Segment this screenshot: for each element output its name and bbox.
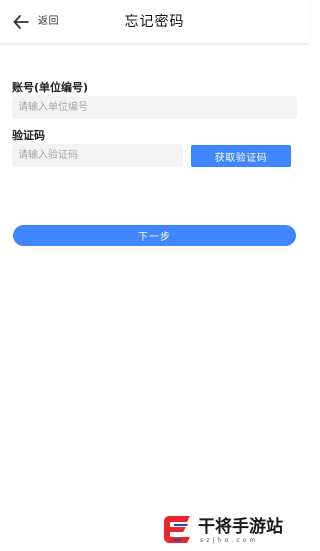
- page-title: 忘记密码: [124, 14, 185, 30]
- verification-code-label: 验证码: [12, 129, 45, 142]
- get-code-button[interactable]: 获取验证码: [191, 145, 291, 167]
- watermark-domain: szjho.com: [200, 537, 259, 544]
- account-label: 账号(单位编号): [12, 81, 89, 94]
- verification-code-input[interactable]: [12, 144, 183, 167]
- next-step-button[interactable]: 下一步: [13, 225, 296, 246]
- account-input[interactable]: [12, 96, 297, 119]
- header-bar: 返回 忘记密码: [0, 0, 309, 44]
- site-logo-icon: [160, 513, 194, 547]
- watermark-brand: 干将手游站: [198, 517, 283, 537]
- site-watermark: 干将手游站 szjho.com: [160, 512, 308, 548]
